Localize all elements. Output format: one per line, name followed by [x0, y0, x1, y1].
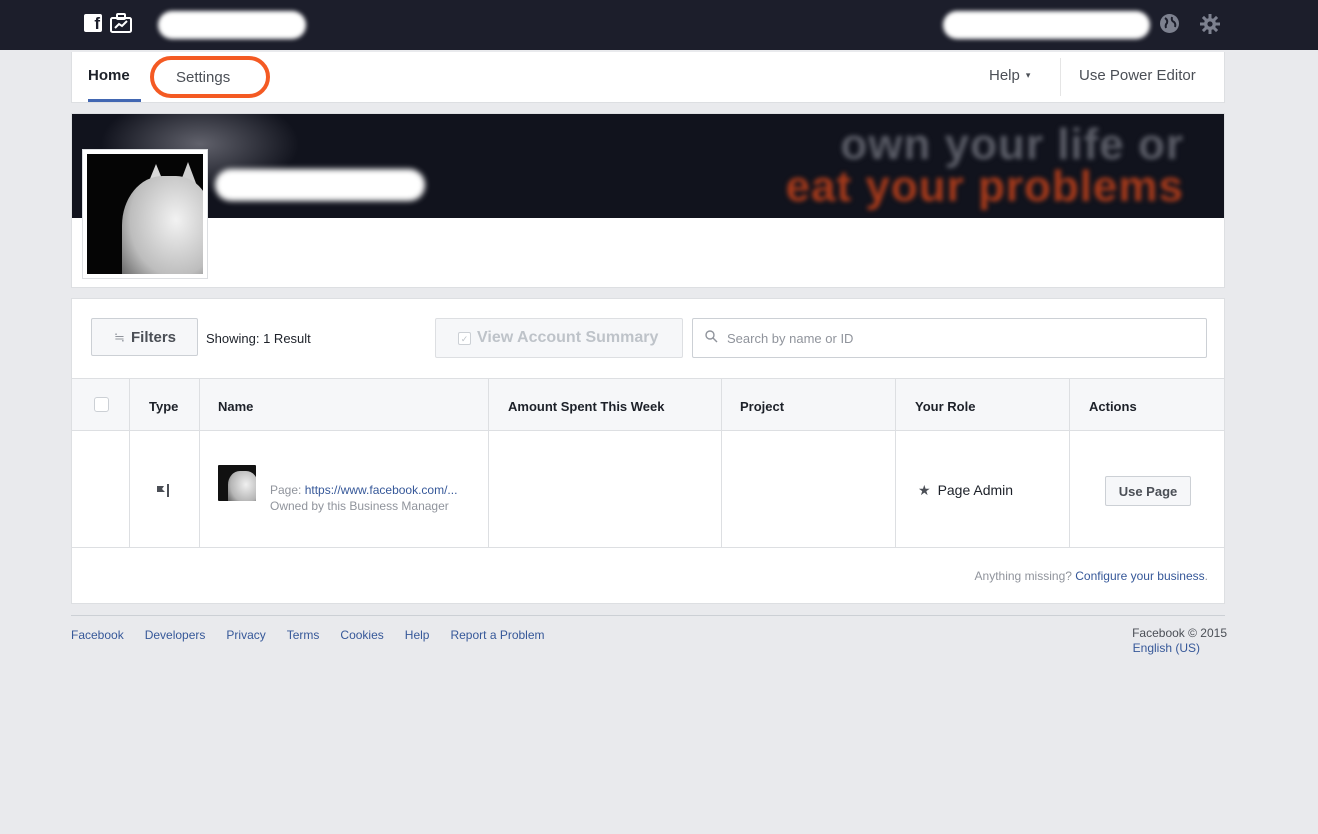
flag-icon: [157, 484, 169, 497]
tab-settings-label: Settings: [176, 69, 231, 86]
copyright-text: Facebook © 2015: [1132, 626, 1227, 640]
footer-link-terms[interactable]: Terms: [287, 628, 320, 642]
checkbox-icon: ✓: [458, 332, 471, 345]
gear-icon[interactable]: [1199, 13, 1221, 35]
wolf-image: [87, 154, 203, 274]
role-cell: ★ Page Admin: [918, 482, 1013, 499]
use-page-button[interactable]: Use Page: [1105, 476, 1191, 506]
language-link[interactable]: English (US): [1132, 641, 1200, 656]
column-divider: [895, 378, 896, 548]
role-label: Page Admin: [937, 482, 1014, 498]
column-header-type[interactable]: Type: [149, 399, 178, 414]
column-header-project[interactable]: Project: [740, 399, 784, 414]
wolf-head: [122, 176, 203, 274]
business-name-redacted: [158, 11, 306, 39]
use-power-editor-link[interactable]: Use Power Editor: [1079, 67, 1196, 84]
wolf-thumbnail-shape: [228, 471, 256, 501]
table-header: Type Name Amount Spent This Week Project…: [72, 378, 1224, 431]
column-header-actions: Actions: [1089, 399, 1137, 414]
cover-photo: own your life or eat your problems: [72, 114, 1224, 218]
filter-sliders-icon: ≒: [114, 330, 125, 345]
facebook-logo-icon[interactable]: f: [84, 14, 102, 32]
nav-bar: Home Settings Help ▾ Use Power Editor: [71, 52, 1225, 103]
search-icon: [705, 330, 718, 343]
column-divider: [721, 378, 722, 548]
column-divider: [199, 378, 200, 548]
configure-business-link[interactable]: Configure your business: [1075, 569, 1204, 583]
search-input[interactable]: [727, 328, 1187, 348]
user-name-redacted[interactable]: [943, 11, 1150, 39]
footer-link-help[interactable]: Help: [405, 628, 430, 642]
nav-divider: [1060, 58, 1061, 96]
copyright: Facebook © 2015 English (US): [1132, 626, 1227, 656]
cover-slogan: own your life or eat your problems: [785, 123, 1184, 211]
assets-table-card: ≒ Filters Showing: 1 Result ✓ View Accou…: [71, 298, 1225, 604]
column-header-name[interactable]: Name: [218, 399, 253, 414]
footer-link-privacy[interactable]: Privacy: [226, 628, 265, 642]
filters-label: Filters: [131, 329, 177, 346]
profile-picture[interactable]: [82, 149, 208, 279]
help-label: Help: [989, 67, 1020, 84]
page-url-line: Page: https://www.facebook.com/...: [270, 483, 457, 497]
footer-divider: [71, 615, 1225, 616]
result-count: Showing: 1 Result: [206, 331, 311, 346]
page-name-redacted: [215, 169, 425, 201]
filters-button[interactable]: ≒ Filters: [91, 318, 198, 356]
table-row[interactable]: Page: https://www.facebook.com/... Owned…: [72, 431, 1224, 548]
missing-prefix: Anything missing?: [974, 569, 1076, 583]
column-divider: [129, 378, 130, 548]
view-account-summary-label: View Account Summary: [477, 329, 659, 346]
footer-link-report-problem[interactable]: Report a Problem: [450, 628, 544, 642]
chevron-down-icon: ▾: [1025, 70, 1031, 80]
help-menu[interactable]: Help ▾: [989, 67, 1030, 84]
star-icon: ★: [918, 482, 931, 498]
select-all-checkbox[interactable]: [94, 397, 109, 412]
column-divider: [488, 378, 489, 548]
top-bar: f: [0, 0, 1318, 50]
page-url-link[interactable]: https://www.facebook.com/...: [305, 483, 458, 497]
briefcase-icon[interactable]: [110, 13, 132, 33]
footer-link-developers[interactable]: Developers: [145, 628, 206, 642]
cover-slogan-line2: eat your problems: [785, 162, 1184, 211]
active-tab-indicator: [88, 99, 141, 102]
column-header-your-role[interactable]: Your Role: [915, 399, 975, 414]
page-url-prefix: Page:: [270, 483, 305, 497]
page-thumbnail[interactable]: [218, 465, 256, 501]
tab-home[interactable]: Home: [88, 67, 130, 84]
missing-assets-note: Anything missing? Configure your busines…: [975, 569, 1208, 583]
column-header-amount-spent[interactable]: Amount Spent This Week: [508, 399, 665, 414]
page-cover-card: own your life or eat your problems: [71, 113, 1225, 288]
view-account-summary-button[interactable]: ✓ View Account Summary: [435, 318, 683, 358]
missing-suffix: .: [1204, 569, 1208, 583]
footer-links: Facebook Developers Privacy Terms Cookies Hel…: [71, 628, 566, 642]
ownership-text: Owned by this Business Manager: [270, 499, 449, 513]
footer-link-facebook[interactable]: Facebook: [71, 628, 124, 642]
column-divider: [1069, 378, 1070, 548]
tab-settings[interactable]: Settings: [150, 56, 270, 98]
search-field[interactable]: [692, 318, 1207, 358]
globe-icon[interactable]: [1160, 14, 1179, 33]
footer-link-cookies[interactable]: Cookies: [340, 628, 383, 642]
